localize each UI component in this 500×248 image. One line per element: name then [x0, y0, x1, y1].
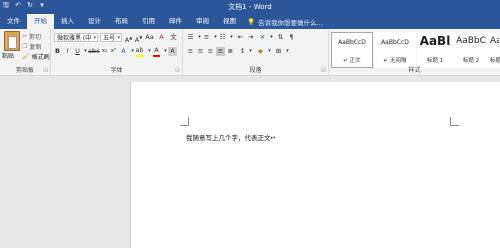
font-launcher-icon[interactable]: ◲ [175, 67, 180, 73]
margin-corner-left [180, 117, 189, 126]
cut-button[interactable]: ✂ 剪切 [22, 32, 41, 41]
paragraph-launcher-icon[interactable]: ◲ [321, 67, 326, 73]
scissors-icon: ✂ [22, 33, 28, 40]
superscript-button[interactable]: x² [109, 47, 118, 56]
align-center-icon[interactable]: ≡ [196, 47, 205, 56]
chevron-down-icon: ▾ [93, 35, 96, 41]
document-page[interactable] [130, 82, 500, 248]
paragraph-group-label: 段落 [249, 67, 262, 74]
chinese-layout-icon[interactable]: ✕ [258, 33, 267, 42]
paragraph-group: ☰ ▾ ≡ ▾ ☷ ▾ ⇤ ⇥ ✕ ▾ ⇅ ¶ ≡ ≡ ≡ ≡ ≣ ↕ ▾ ◆ … [183, 29, 329, 75]
chevron-down-icon[interactable]: ▾ [283, 47, 292, 56]
shading-icon[interactable]: ◆ [256, 47, 265, 56]
margin-corner-right [450, 117, 459, 126]
style-title[interactable]: AaBbC 标题 [489, 32, 500, 68]
tab-view[interactable]: 视图 [216, 14, 243, 29]
tab-mailings[interactable]: 邮件 [162, 14, 189, 29]
decrease-indent-icon[interactable]: ⇤ [236, 33, 245, 42]
format-painter-button[interactable]: 🖌 格式刷 [22, 52, 50, 61]
tell-me-box[interactable]: 💡 告诉我你想要做什么... [247, 14, 323, 29]
borders-icon[interactable]: ⊞ [274, 47, 283, 56]
chevron-down-icon[interactable]: ▾ [265, 47, 274, 56]
grow-font-button[interactable]: A▲ [124, 33, 133, 44]
font-name-select[interactable]: 微软雅黑 (中 ▾ [54, 33, 98, 42]
tab-insert[interactable]: 插入 [54, 14, 81, 29]
phonetic-guide-icon[interactable]: 文 [169, 33, 178, 42]
styles-group-label: 样式 [408, 67, 421, 74]
highlight-icon[interactable]: ab [135, 46, 144, 55]
highlight-color-bar [136, 55, 144, 57]
lightbulb-icon: 💡 [247, 17, 256, 26]
clear-formatting-icon[interactable]: A [157, 33, 166, 42]
chevron-down-icon: ▾ [117, 35, 120, 41]
brush-icon: 🖌 [22, 53, 30, 60]
strikethrough-button[interactable]: abc [88, 47, 100, 56]
show-marks-icon[interactable]: ¶ [287, 33, 296, 42]
font-color-bar [153, 55, 160, 57]
font-size-select[interactable]: 五号 ▾ [100, 33, 122, 42]
increase-indent-icon[interactable]: ⇥ [246, 33, 255, 42]
italic-button[interactable]: I [63, 47, 72, 56]
tell-me-text: 告诉我你想要做什么... [258, 18, 323, 27]
character-shading-icon[interactable]: A [168, 47, 177, 56]
chevron-down-icon[interactable]: ▾ [267, 33, 276, 42]
window-title: 文档1 - Word [228, 3, 272, 11]
paste-icon[interactable] [4, 31, 20, 51]
numbering-icon[interactable]: ≡ [202, 33, 211, 42]
bold-button[interactable]: B [53, 47, 62, 56]
tab-references[interactable]: 引用 [135, 14, 162, 29]
style-no-spacing[interactable]: AaBbCcD ↵ 无间隔 [374, 32, 416, 68]
change-case-button[interactable]: Aa [145, 33, 154, 42]
copy-icon: ❐ [22, 43, 28, 50]
styles-group: AaBbCcD ↵ 正文 AaBbCcD ↵ 无间隔 AaBl 标题 1 AaB… [329, 29, 500, 75]
ribbon-tabs: 文件 开始 插入 设计 布局 引用 邮件 审阅 视图 💡 告诉我你想要做什么..… [0, 12, 500, 29]
distributed-icon[interactable]: ≣ [226, 47, 235, 56]
paste-button-label[interactable]: 粘贴 [2, 51, 14, 60]
multilevel-list-icon[interactable]: ☷ [218, 33, 227, 42]
subscript-button[interactable]: x₂ [100, 47, 109, 56]
tab-design[interactable]: 设计 [81, 14, 108, 29]
sort-icon[interactable]: ⇅ [276, 33, 285, 42]
chevron-down-icon[interactable]: ▾ [227, 33, 236, 42]
clipboard-group: 粘贴 ✂ 剪切 ❐ 复制 🖌 格式刷 剪贴板 ◲ [0, 29, 51, 75]
tab-home[interactable]: 开始 [27, 14, 54, 29]
style-heading-2[interactable]: AaBbC 标题 2 [453, 32, 489, 68]
text-effects-icon[interactable]: A [119, 47, 128, 56]
style-normal[interactable]: AaBbCcD ↵ 正文 [331, 32, 373, 68]
font-group: 微软雅黑 (中 ▾ 五号 ▾ A▲ A▼ Aa A 文 B I U ▾ abc x₂… [51, 29, 183, 75]
copy-button[interactable]: ❐ 复制 [22, 42, 41, 51]
bullets-icon[interactable]: ☰ [186, 33, 195, 42]
align-right-icon[interactable]: ≡ [206, 47, 215, 56]
shrink-font-button[interactable]: A▼ [134, 33, 143, 44]
font-color-icon[interactable]: A [152, 46, 161, 55]
tab-review[interactable]: 审阅 [189, 14, 216, 29]
align-left-icon[interactable]: ≡ [186, 47, 195, 56]
tab-layout[interactable]: 布局 [108, 14, 135, 29]
clipboard-launcher-icon[interactable]: ◲ [43, 67, 48, 73]
justify-icon[interactable]: ≡ [216, 47, 225, 56]
chevron-down-icon[interactable]: ▾ [246, 47, 255, 56]
ribbon: 粘贴 ✂ 剪切 ❐ 复制 🖌 格式刷 剪贴板 ◲ 微软雅黑 (中 ▾ 五号 ▾ A▲… [0, 29, 500, 76]
tab-file[interactable]: 文件 [0, 14, 27, 29]
title-bar: 🖫 ↶ ↻ ▾ 文档1 - Word [0, 0, 500, 12]
document-body-text[interactable]: 我随意写上几个字，代表正文↵ [186, 132, 276, 142]
style-heading-1[interactable]: AaBl 标题 1 [417, 32, 453, 68]
font-group-label: 字体 [110, 67, 123, 74]
